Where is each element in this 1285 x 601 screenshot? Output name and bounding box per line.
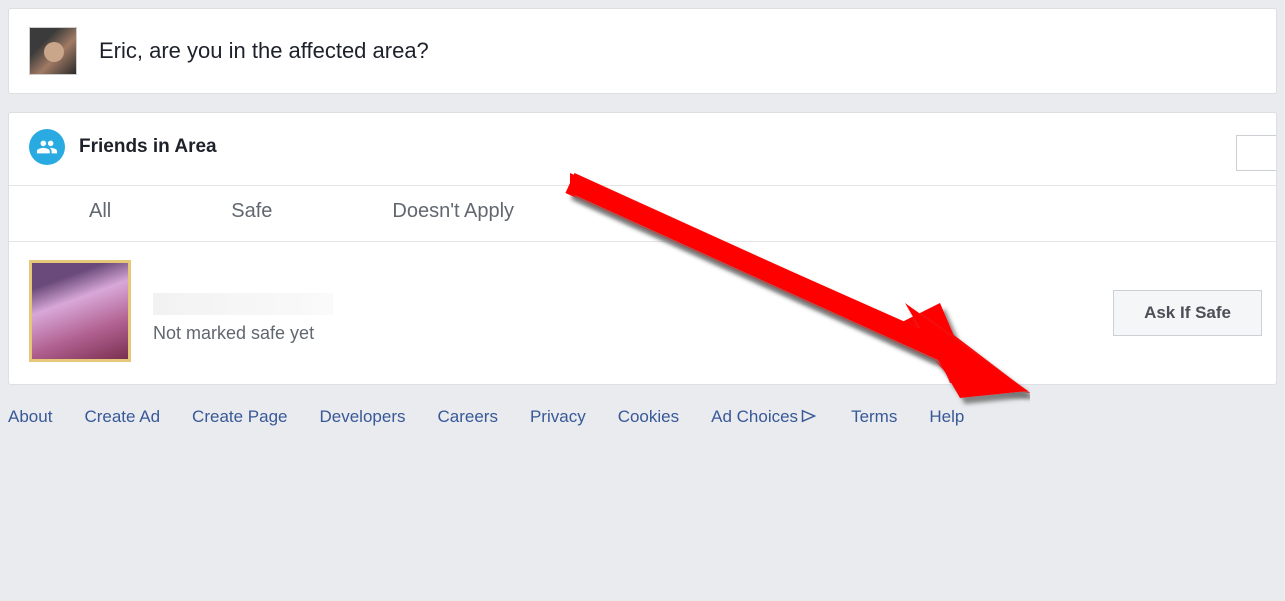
footer-privacy[interactable]: Privacy <box>530 407 586 427</box>
footer-ad-choices[interactable]: Ad Choices <box>711 407 819 428</box>
footer-create-ad[interactable]: Create Ad <box>84 407 160 427</box>
tab-doesnt-apply[interactable]: Doesn't Apply <box>392 200 514 223</box>
footer-help[interactable]: Help <box>929 407 964 427</box>
prompt-card: Eric, are you in the affected area? <box>8 8 1277 94</box>
friends-tabs: All Safe Doesn't Apply <box>9 186 1276 242</box>
prompt-text: Eric, are you in the affected area? <box>99 38 429 64</box>
user-avatar[interactable] <box>29 27 77 75</box>
adchoices-icon <box>801 408 819 428</box>
friends-header: Friends in Area <box>9 113 1276 186</box>
friends-card: Friends in Area All Safe Doesn't Apply N… <box>8 112 1277 385</box>
footer-ad-choices-label: Ad Choices <box>711 407 798 426</box>
footer-create-page[interactable]: Create Page <box>192 407 287 427</box>
footer-developers[interactable]: Developers <box>320 407 406 427</box>
friend-row: Not marked safe yet Ask If Safe <box>9 242 1276 384</box>
tab-safe[interactable]: Safe <box>231 200 272 223</box>
friend-avatar[interactable] <box>29 260 131 362</box>
footer-careers[interactable]: Careers <box>438 407 498 427</box>
footer-cookies[interactable]: Cookies <box>618 407 679 427</box>
header-action-box[interactable] <box>1236 135 1276 171</box>
footer: About Create Ad Create Page Developers C… <box>0 385 1285 428</box>
friends-icon <box>29 129 65 165</box>
tab-all[interactable]: All <box>89 200 111 223</box>
friend-name-redacted <box>153 293 333 315</box>
friend-status: Not marked safe yet <box>153 323 333 344</box>
friends-title: Friends in Area <box>79 136 217 158</box>
footer-about[interactable]: About <box>8 407 52 427</box>
ask-if-safe-button[interactable]: Ask If Safe <box>1113 290 1262 336</box>
friend-info: Not marked safe yet <box>153 293 333 344</box>
footer-terms[interactable]: Terms <box>851 407 897 427</box>
